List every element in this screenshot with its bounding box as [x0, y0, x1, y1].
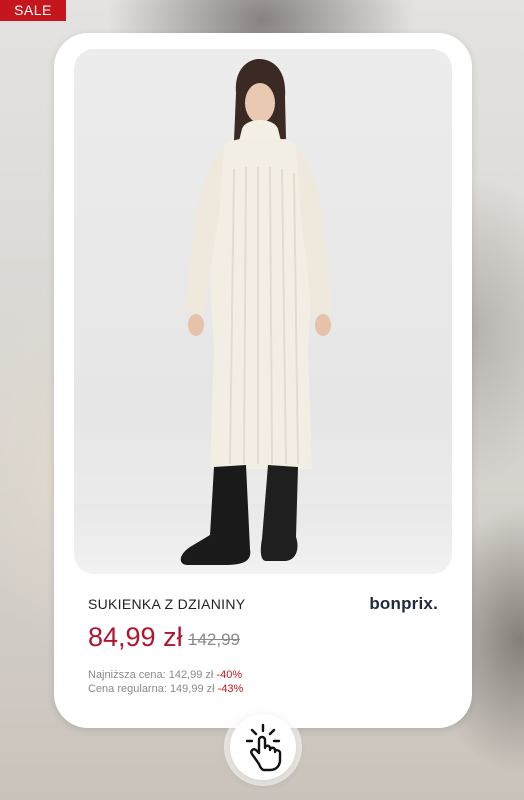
product-card[interactable]: SUKIENKA Z DZIANINY bonprix. 84,99 zł 14…: [54, 33, 472, 728]
tap-button[interactable]: [230, 714, 296, 780]
lowest-price-label: Najniższa cena: 142,99 zł: [88, 669, 214, 681]
hand-pointer-icon: [245, 723, 282, 772]
lowest-price-percent: -40%: [216, 669, 243, 681]
sale-badge: SALE: [0, 0, 66, 21]
regular-price-percent: -43%: [217, 683, 244, 695]
regular-price-info: Cena regularna: 149,99 zł -43%: [88, 683, 243, 695]
brand-logo: bonprix.: [369, 594, 438, 613]
old-price: 142,99: [188, 630, 240, 649]
product-image[interactable]: [74, 49, 452, 574]
model-illustration: [180, 59, 332, 565]
product-title[interactable]: SUKIENKA Z DZIANINY: [88, 596, 245, 612]
lowest-price-info: Najniższa cena: 142,99 zł -40%: [88, 669, 242, 681]
regular-price-label: Cena regularna: 149,99 zł: [88, 683, 215, 695]
current-price: 84,99 zł: [88, 622, 183, 652]
